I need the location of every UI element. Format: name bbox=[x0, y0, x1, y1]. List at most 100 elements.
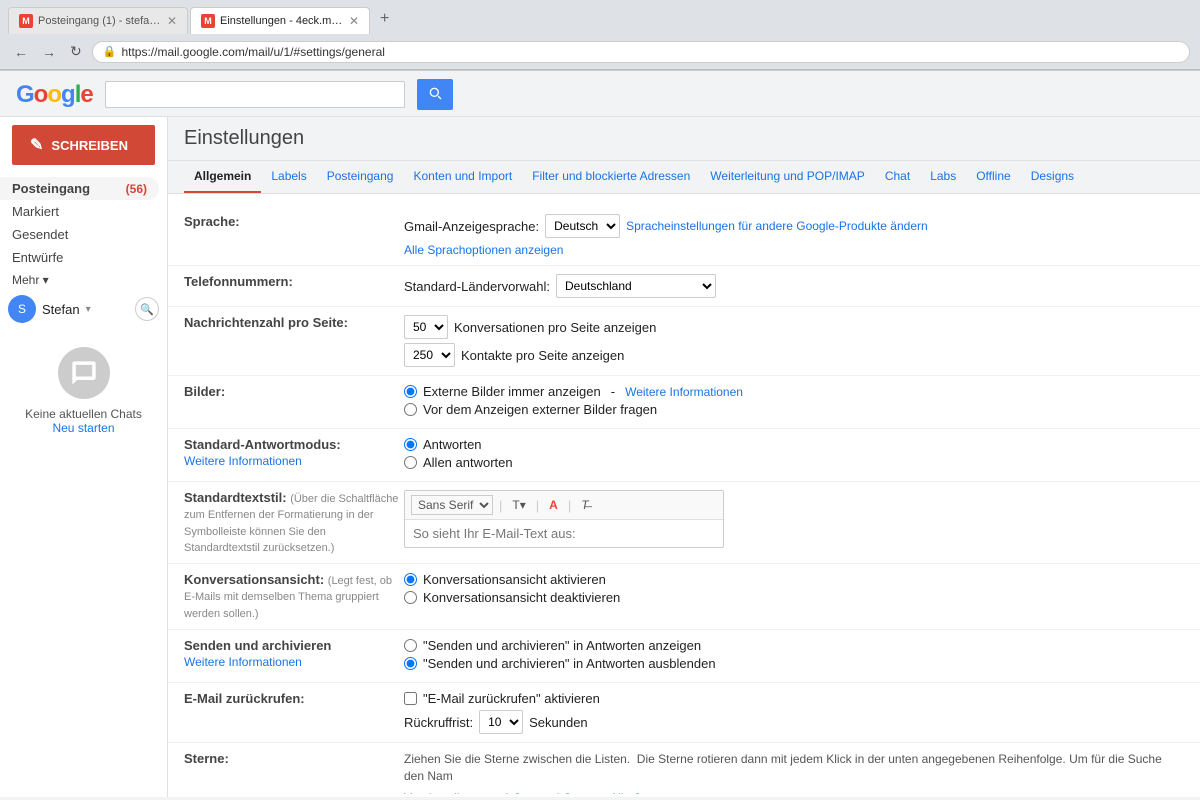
konv-option-1: Konversationsansicht aktivieren bbox=[404, 572, 1184, 587]
senden-label-col: Senden und archivieren Weitere Informati… bbox=[184, 638, 404, 674]
tab-weiterleitung[interactable]: Weiterleitung und POP/IMAP bbox=[700, 161, 875, 193]
google-search-bar: Google bbox=[0, 71, 1200, 117]
sidebar-item-markiert[interactable]: Markiert bbox=[0, 200, 159, 223]
nachrichten-contacts: 250 Kontakte pro Seite anzeigen bbox=[404, 343, 1184, 367]
sidebar-item-posteingang[interactable]: Posteingang (56) bbox=[0, 177, 159, 200]
bilder-label: Bilder: bbox=[184, 384, 225, 399]
back-button[interactable]: ← bbox=[10, 40, 32, 64]
tab-posteingang[interactable]: Posteingang bbox=[317, 161, 404, 193]
tab-labs[interactable]: Labs bbox=[920, 161, 966, 193]
preset-4sterne[interactable]: 4 Sterne bbox=[553, 791, 598, 794]
clear-format-btn[interactable]: T̶ bbox=[577, 496, 592, 514]
preset-1stern[interactable]: 1 Stern bbox=[503, 791, 542, 794]
compose-button[interactable]: ✎ SCHREIBEN bbox=[12, 125, 155, 165]
tab-chat[interactable]: Chat bbox=[875, 161, 920, 193]
sterne-value-col: Ziehen Sie die Sterne zwischen die Liste… bbox=[404, 751, 1184, 794]
tab-filter[interactable]: Filter und blockierte Adressen bbox=[522, 161, 700, 193]
all-lang-link[interactable]: Alle Sprachoptionen anzeigen bbox=[404, 243, 563, 257]
sidebar-more-label: Mehr ▾ bbox=[12, 273, 49, 287]
sprache-inline: Gmail-Anzeigesprache: Deutsch Spracheins… bbox=[404, 214, 1184, 238]
sprache-change-link[interactable]: Spracheinstellungen für andere Google-Pr… bbox=[626, 219, 928, 233]
standardtext-label-col: Standardtextstil: (Über die Schaltfläche… bbox=[184, 490, 404, 555]
emailrueck-checkbox[interactable] bbox=[404, 692, 417, 705]
user-search-button[interactable]: 🔍 bbox=[135, 297, 159, 321]
chat-section: Keine aktuellen Chats Neu starten bbox=[0, 347, 167, 435]
font-select[interactable]: Sans Serif bbox=[411, 495, 493, 515]
address-bar[interactable]: 🔒 https://mail.google.com/mail/u/1/#sett… bbox=[92, 41, 1190, 63]
reload-button[interactable]: ↻ bbox=[66, 39, 86, 64]
settings-body: Sprache: Gmail-Anzeigesprache: Deutsch S… bbox=[168, 194, 1200, 794]
google-logo: Google bbox=[16, 81, 93, 109]
sterne-info: Ziehen Sie die Sterne zwischen die Liste… bbox=[404, 751, 1184, 785]
bilder-extern-radio[interactable] bbox=[404, 385, 417, 398]
new-tab-button[interactable]: + bbox=[372, 4, 397, 34]
rueckruf-select[interactable]: 10 bbox=[479, 710, 523, 734]
telefon-inline: Standard-Ländervorwahl: Deutschland bbox=[404, 274, 1184, 298]
sidebar-entw-label: Entwürfe bbox=[12, 250, 147, 265]
tab-allgemein[interactable]: Allgemein bbox=[184, 161, 261, 193]
nachrichten-label: Nachrichtenzahl pro Seite: bbox=[184, 315, 348, 330]
bilder-value-col: Externe Bilder immer anzeigen - Weitere … bbox=[404, 384, 1184, 420]
text-editor: Sans Serif | T▾ | A | T̶ So sieht Ihr E-… bbox=[404, 490, 724, 548]
antwortmodus-info-link[interactable]: Weitere Informationen bbox=[184, 454, 404, 468]
bilder-more-link[interactable]: Weitere Informationen bbox=[625, 385, 743, 399]
browser-tab-1[interactable]: M Posteingang (1) - stefan... ✕ bbox=[8, 7, 188, 34]
row-antwortmodus: Standard-Antwortmodus: Weitere Informati… bbox=[168, 429, 1200, 482]
antwortmodus-value-col: Antworten Allen antworten bbox=[404, 437, 1184, 473]
row-senden: Senden und archivieren Weitere Informati… bbox=[168, 630, 1200, 683]
tab-title-1: Posteingang (1) - stefan... bbox=[38, 15, 161, 27]
kons-deaktivieren-label: Konversationsansicht deaktivieren bbox=[423, 590, 620, 605]
telefon-value-col: Standard-Ländervorwahl: Deutschland bbox=[404, 274, 1184, 298]
tab-konten[interactable]: Konten und Import bbox=[403, 161, 522, 193]
row-telefon: Telefonnummern: Standard-Ländervorwahl: … bbox=[168, 266, 1200, 307]
compose-label: SCHREIBEN bbox=[51, 138, 128, 153]
kons-deaktivieren-radio[interactable] bbox=[404, 591, 417, 604]
emailrueck-value-col: "E-Mail zurückrufen" aktivieren Rückruff… bbox=[404, 691, 1184, 734]
avatar: S bbox=[8, 295, 36, 323]
google-search-input[interactable] bbox=[105, 81, 405, 108]
konversationsansicht-label: Konversationsansicht: bbox=[184, 572, 324, 587]
per-page-select[interactable]: 50 bbox=[404, 315, 448, 339]
sidebar-user[interactable]: S Stefan ▾ 🔍 bbox=[0, 291, 167, 327]
gmail-display-select[interactable]: Deutsch bbox=[545, 214, 620, 238]
senden-ausblenden-label: "Senden und archivieren" in Antworten au… bbox=[423, 656, 716, 671]
tab-close-2[interactable]: ✕ bbox=[349, 14, 359, 28]
content-area: Einstellungen Allgemein Labels Posteinga… bbox=[168, 117, 1200, 797]
sidebar-posteingang-count: (56) bbox=[126, 182, 147, 196]
compose-plus-icon: ✎ bbox=[30, 135, 43, 155]
row-bilder: Bilder: Externe Bilder immer anzeigen - … bbox=[168, 376, 1200, 429]
nachrichten-per-page: 50 Konversationen pro Seite anzeigen bbox=[404, 315, 1184, 339]
browser-tab-2[interactable]: M Einstellungen - 4eck.med... ✕ bbox=[190, 7, 370, 34]
contacts-select[interactable]: 250 bbox=[404, 343, 455, 367]
row-standardtext: Standardtextstil: (Über die Schaltfläche… bbox=[168, 482, 1200, 564]
sidebar-item-gesendet[interactable]: Gesendet bbox=[0, 223, 159, 246]
kons-aktivieren-radio[interactable] bbox=[404, 573, 417, 586]
country-select[interactable]: Deutschland bbox=[556, 274, 716, 298]
tab-favicon-1: M bbox=[19, 14, 33, 28]
senden-anzeigen-radio[interactable] bbox=[404, 639, 417, 652]
sprache-label-col: Sprache: bbox=[184, 214, 404, 257]
font-size-btn[interactable]: T▾ bbox=[508, 496, 529, 514]
antworten-radio[interactable] bbox=[404, 438, 417, 451]
allen-label: Allen antworten bbox=[423, 455, 513, 470]
sidebar-item-entw[interactable]: Entwürfe bbox=[0, 246, 159, 269]
bilder-fragen-radio[interactable] bbox=[404, 403, 417, 416]
sterne-label-col: Sterne: bbox=[184, 751, 404, 766]
preset-alle[interactable]: Alle Sterne bbox=[610, 791, 669, 794]
row-sterne: Sterne: Ziehen Sie die Sterne zwischen d… bbox=[168, 743, 1200, 794]
tab-close-1[interactable]: ✕ bbox=[167, 14, 177, 28]
font-color-btn[interactable]: A bbox=[545, 496, 562, 514]
tab-offline[interactable]: Offline bbox=[966, 161, 1020, 193]
allen-radio[interactable] bbox=[404, 456, 417, 469]
tab-designs[interactable]: Designs bbox=[1021, 161, 1084, 193]
forward-button[interactable]: → bbox=[38, 40, 60, 64]
senden-ausblenden-radio[interactable] bbox=[404, 657, 417, 670]
sidebar-more-button[interactable]: Mehr ▾ bbox=[0, 269, 167, 291]
senden-info-link[interactable]: Weitere Informationen bbox=[184, 655, 404, 669]
google-search-button[interactable] bbox=[417, 79, 453, 110]
tab-labels[interactable]: Labels bbox=[261, 161, 316, 193]
text-editor-toolbar: Sans Serif | T▾ | A | T̶ bbox=[405, 491, 723, 520]
sidebar-gesendet-label: Gesendet bbox=[12, 227, 147, 242]
antwortmodus-option-1: Antworten bbox=[404, 437, 1184, 452]
chat-new-button[interactable]: Neu starten bbox=[0, 421, 167, 435]
